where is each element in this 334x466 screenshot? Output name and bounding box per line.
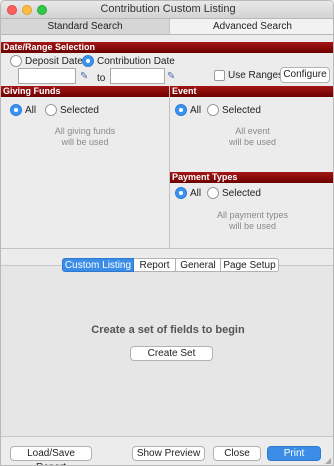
- window-title: Contribution Custom Listing: [100, 3, 236, 15]
- tab-standard-search[interactable]: Standard Search: [1, 19, 169, 35]
- payment-types-selected-label: Selected: [222, 188, 261, 199]
- use-ranges-label: Use Ranges: [228, 70, 284, 81]
- to-label: to: [97, 73, 106, 84]
- event-selected-radio[interactable]: [207, 104, 219, 116]
- tab-advanced-search[interactable]: Advanced Search: [169, 19, 333, 35]
- load-save-report-button[interactable]: Load/Save Report: [10, 446, 92, 465]
- print-button[interactable]: Print: [267, 446, 321, 461]
- from-date-field[interactable]: [18, 68, 76, 84]
- tab-page-setup[interactable]: Page Setup: [221, 258, 279, 272]
- giving-funds-note-line2: will be used: [61, 137, 109, 147]
- giving-funds-selected-radio[interactable]: [45, 104, 57, 116]
- payment-types-all-radio[interactable]: [175, 187, 187, 199]
- payment-types-header: Payment Types: [170, 172, 333, 183]
- payment-types-selected-radio[interactable]: [207, 187, 219, 199]
- show-preview-button[interactable]: Show Preview: [132, 446, 205, 461]
- to-date-field[interactable]: [110, 68, 165, 84]
- deposit-date-radio[interactable]: [10, 55, 22, 67]
- giving-funds-selected-label: Selected: [60, 105, 99, 116]
- event-all-label: All: [190, 105, 202, 116]
- event-note: All event will be used: [170, 126, 333, 148]
- tab-general[interactable]: General: [176, 258, 221, 272]
- event-all-radio[interactable]: [175, 104, 187, 116]
- to-date-picker-icon[interactable]: ✎: [167, 72, 179, 82]
- use-ranges-checkbox[interactable]: [214, 70, 225, 81]
- giving-funds-note: All giving funds will be used: [1, 126, 169, 148]
- payment-types-note: All payment types will be used: [170, 210, 333, 232]
- title-bar[interactable]: Contribution Custom Listing: [1, 1, 333, 19]
- giving-funds-all-label: All: [25, 105, 37, 116]
- empty-fields-message: Create a set of fields to begin: [91, 324, 245, 336]
- panel-divider-horizontal: [1, 248, 333, 249]
- event-note-line2: will be used: [228, 137, 277, 147]
- tab-custom-listing[interactable]: Custom Listing: [62, 258, 134, 272]
- configure-button[interactable]: Configure: [280, 67, 330, 83]
- contribution-date-label: Contribution Date: [97, 56, 175, 67]
- payment-types-note-line1: All payment types: [216, 210, 289, 220]
- tab-report[interactable]: Report: [134, 258, 176, 272]
- payment-types-note-line2: will be used: [228, 221, 277, 231]
- payment-types-all-label: All: [190, 188, 202, 199]
- close-button[interactable]: Close: [213, 446, 261, 461]
- event-selected-label: Selected: [222, 105, 261, 116]
- event-note-line1: All event: [235, 126, 270, 136]
- event-header: Event: [170, 86, 333, 97]
- giving-funds-note-line1: All giving funds: [54, 126, 116, 136]
- from-date-picker-icon[interactable]: ✎: [80, 72, 92, 82]
- giving-funds-header: Giving Funds: [1, 86, 169, 97]
- resize-grip-icon[interactable]: ◢: [325, 457, 333, 465]
- contribution-custom-listing-window: Contribution Custom Listing Standard Sea…: [0, 0, 334, 466]
- contribution-date-radio[interactable]: [82, 55, 94, 67]
- giving-funds-all-radio[interactable]: [10, 104, 22, 116]
- date-range-header: Date/Range Selection: [1, 42, 333, 53]
- create-set-button[interactable]: Create Set: [130, 346, 213, 361]
- deposit-date-label: Deposit Date: [25, 56, 83, 67]
